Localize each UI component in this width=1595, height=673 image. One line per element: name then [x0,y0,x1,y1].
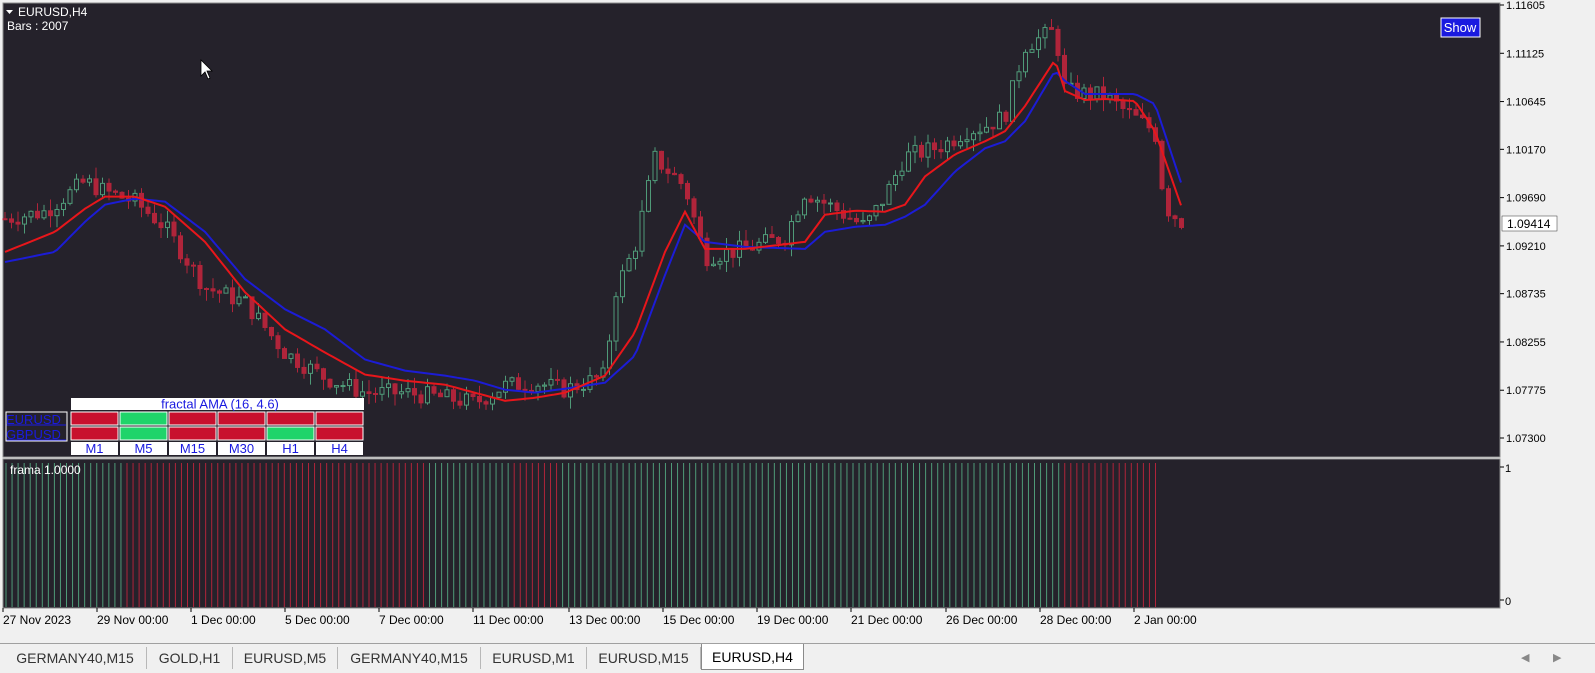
current-price: 1.09414 [1507,217,1551,231]
dashboard-cell [168,426,217,441]
symbol-title: EURUSD,H4 [18,5,88,19]
candle [119,191,125,199]
time-tick-label: 29 Nov 00:00 [97,613,169,627]
indicator-axis-min: 0 [1505,596,1511,608]
dashboard-cell [119,426,168,441]
price-tick-label: 1.08735 [1506,289,1546,301]
candle [178,231,183,264]
candle [646,175,651,213]
dashboard-cell [315,411,364,426]
tab-eurusd-m15[interactable]: EURUSD,M15 [587,647,701,669]
dashboard-title: fractal AMA (16, 4.6) [161,397,279,412]
dashboard-cell [315,426,364,441]
indicator-subwindow[interactable] [2,458,1501,609]
price-tick-label: 1.10170 [1506,144,1546,156]
time-tick-label: 13 Dec 00:00 [569,613,641,627]
chart-tab-bar: GERMANY40,M15 GOLD,H1 EURUSD,M5 GERMANY4… [0,643,1595,673]
dashboard-cell [119,411,168,426]
price-tick-label: 1.10645 [1506,97,1546,109]
candle [1010,80,1015,122]
tab-gold-h1[interactable]: GOLD,H1 [147,647,233,669]
time-tick-label: 1 Dec 00:00 [191,613,256,627]
candle [496,391,502,399]
bars-count: Bars : 2007 [7,19,69,33]
candle [1166,185,1171,222]
indicator-axis-max: 1 [1505,463,1511,475]
tab-germany40-m15-2[interactable]: GERMANY40,M15 [338,647,481,669]
dashboard-timeframe: M1 [85,441,103,456]
dashboard-timeframe: H1 [282,441,299,456]
tab-scroll-left-icon[interactable]: ◀ [1521,651,1529,664]
dashboard-timeframe: M5 [134,441,152,456]
candle [704,232,710,272]
candle [282,346,287,359]
dashboard-cell [217,411,266,426]
time-tick-label: 11 Dec 00:00 [473,613,544,627]
candle [886,180,892,205]
dashboard-timeframe: M15 [180,441,205,456]
time-tick-label: 19 Dec 00:00 [757,613,829,627]
dashboard-cell [168,411,217,426]
chart-canvas[interactable]: 1.11605 1.11125 1.10645 1.10170 1.09690 1.092… [0,0,1595,643]
dashboard-cell [70,426,119,441]
time-tick-label: 27 Nov 2023 [3,613,71,627]
show-button-label: Show [1444,20,1477,35]
time-tick-label: 2 Jan 00:00 [1134,613,1197,627]
chart-window[interactable]: 1.11605 1.11125 1.10645 1.10170 1.09690 1.092… [0,0,1595,673]
dashboard-timeframe: H4 [331,441,348,456]
tab-eurusd-m1[interactable]: EURUSD,M1 [481,647,587,669]
candle [652,147,658,184]
time-tick-label: 5 Dec 00:00 [285,613,350,627]
price-tick-label: 1.11605 [1506,0,1545,12]
time-tick-label: 21 Dec 00:00 [851,613,923,627]
dashboard-cell [266,411,315,426]
tab-scroll-right-icon[interactable]: ▶ [1553,651,1561,664]
time-tick-label: 15 Dec 00:00 [663,613,735,627]
indicator-label: frama 1.0000 [10,463,81,477]
dashboard-cell [266,426,315,441]
tab-germany40-m15[interactable]: GERMANY40,M15 [4,647,147,669]
dashboard-timeframe: M30 [229,441,254,456]
tab-eurusd-m5[interactable]: EURUSD,M5 [233,647,338,669]
time-tick-label: 7 Dec 00:00 [379,613,444,627]
dashboard-cell [217,426,266,441]
price-tick-label: 1.07300 [1506,433,1546,445]
tab-eurusd-h4[interactable]: EURUSD,H4 [701,644,804,670]
candle [1179,217,1184,230]
dashboard-cell [70,411,119,426]
price-tick-label: 1.07775 [1506,385,1546,397]
price-tick-label: 1.09210 [1506,241,1546,253]
time-tick-label: 28 Dec 00:00 [1040,613,1112,627]
price-tick-label: 1.11125 [1506,48,1544,60]
price-tick-label: 1.08255 [1506,337,1546,349]
time-tick-label: 26 Dec 00:00 [946,613,1018,627]
main-chart-area[interactable] [2,2,1501,458]
price-tick-label: 1.09690 [1506,193,1546,205]
